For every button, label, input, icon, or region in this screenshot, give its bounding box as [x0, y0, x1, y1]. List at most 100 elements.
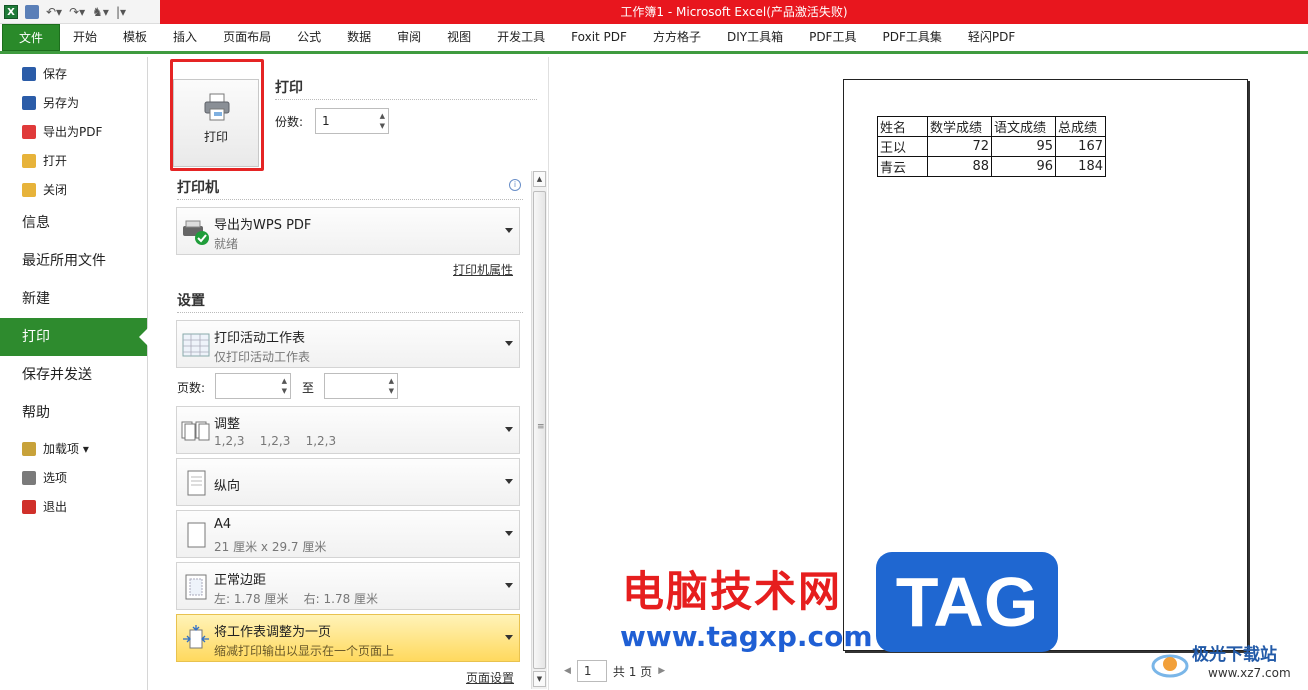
ribbon-tab[interactable]: 视图: [434, 24, 484, 51]
nav-item-label: 选项: [43, 471, 68, 485]
print-settings-pane: 打印 打印 份数: 1 ▲ ▼ 打印机 i 导出为WPS PDF 就绪 打印机属…: [149, 57, 549, 690]
paper-size-sub: 21 厘米 x 29.7 厘米: [214, 540, 327, 554]
nav-item[interactable]: 另存为: [0, 88, 147, 117]
copies-spinner[interactable]: 1 ▲ ▼: [315, 108, 389, 134]
print-button[interactable]: 打印: [173, 79, 259, 167]
orientation-dropdown[interactable]: 纵向: [176, 458, 520, 506]
nav-item-big[interactable]: 打印: [0, 318, 148, 356]
print-what-dropdown[interactable]: 打印活动工作表 仅打印活动工作表: [176, 320, 520, 368]
table-cell: 95: [991, 136, 1056, 157]
page-number-input[interactable]: 1: [576, 660, 607, 682]
portrait-icon: [187, 470, 206, 496]
spin-up-icon[interactable]: ▲: [389, 377, 394, 385]
printer-section-title: 打印机: [177, 180, 219, 196]
table-cell: 167: [1055, 136, 1106, 157]
nav-item[interactable]: 打开: [0, 146, 147, 175]
preview-table: 姓名 数学成绩 语文成绩 总成绩 王以 72 95 167 青云 88 96 184: [877, 116, 1106, 177]
table-row: 青云 88 96 184: [877, 156, 1106, 177]
paper-size-dropdown[interactable]: A4 21 厘米 x 29.7 厘米: [176, 510, 520, 558]
window-title: 工作簿1 - Microsoft Excel(产品激活失败): [620, 5, 848, 19]
nav-item-big[interactable]: 新建: [0, 280, 147, 318]
printer-status: 就绪: [214, 237, 239, 251]
table-header-cell: 数学成绩: [927, 116, 992, 137]
nav-item[interactable]: 导出为PDF: [0, 117, 147, 146]
ribbon-tab[interactable]: 开发工具: [484, 24, 558, 51]
ribbon-tab[interactable]: 插入: [160, 24, 210, 51]
site-logo-name: 极光下载站: [1192, 645, 1277, 665]
ribbon-tab[interactable]: PDF工具: [796, 24, 869, 51]
ribbon-tab[interactable]: 轻闪PDF: [955, 24, 1028, 51]
ribbon-tab[interactable]: 开始: [60, 24, 110, 51]
nav-item[interactable]: 关闭: [0, 175, 147, 204]
nav-item[interactable]: 退出: [0, 492, 147, 521]
sheet-icon: [182, 333, 210, 357]
next-page-icon[interactable]: ▶: [658, 666, 665, 676]
nav-item-label: 退出: [43, 500, 68, 514]
settings-section-title: 设置: [177, 293, 205, 309]
scaling-sub: 缩减打印输出以显示在一个页面上: [214, 644, 395, 658]
printer-dropdown[interactable]: 导出为WPS PDF 就绪: [176, 207, 520, 255]
settings-scrollbar[interactable]: ▲ ≡ ▼: [531, 171, 547, 689]
site-logo-url: www.xz7.com: [1208, 666, 1291, 680]
nav-item[interactable]: 保存: [0, 59, 147, 88]
nav-item-label: 打开: [43, 154, 68, 168]
pdf-icon: [22, 124, 36, 139]
nav-item-big[interactable]: 信息: [0, 204, 147, 242]
ribbon-tab[interactable]: 模板: [110, 24, 160, 51]
nav-item-big[interactable]: 最近所用文件: [0, 242, 147, 280]
pages-from-spinner[interactable]: ▲ ▼: [215, 373, 291, 399]
site-logo: 极光下载站 www.xz7.com: [1148, 640, 1308, 690]
scroll-down-icon[interactable]: ▼: [533, 671, 546, 687]
collate-dropdown[interactable]: 调整 1,2,3 1,2,3 1,2,3: [176, 406, 520, 454]
spin-down-icon[interactable]: ▼: [282, 387, 287, 395]
table-header-cell: 总成绩: [1055, 116, 1106, 137]
prev-page-icon[interactable]: ◀: [564, 666, 571, 676]
ribbon-tab[interactable]: 页面布局: [210, 24, 284, 51]
table-cell: 184: [1055, 156, 1106, 177]
printer-name: 导出为WPS PDF: [214, 218, 312, 233]
margins-sub: 左: 1.78 厘米 右: 1.78 厘米: [214, 592, 379, 606]
collate-icon: [181, 421, 210, 441]
copies-label: 份数:: [275, 115, 304, 129]
margins-dropdown[interactable]: 正常边距 左: 1.78 厘米 右: 1.78 厘米: [176, 562, 520, 610]
pages-to-spinner[interactable]: ▲ ▼: [324, 373, 398, 399]
spin-up-icon[interactable]: ▲: [282, 377, 287, 385]
swirl-logo-icon: [1151, 654, 1189, 678]
spin-down-icon[interactable]: ▼: [389, 387, 394, 395]
spin-down-icon[interactable]: ▼: [380, 122, 385, 130]
options-icon: [22, 470, 36, 485]
nav-item[interactable]: 选项: [0, 463, 147, 492]
table-header-row: 姓名 数学成绩 语文成绩 总成绩: [877, 116, 1106, 137]
watermark-text: 电脑技术网: [622, 567, 843, 616]
tab-file[interactable]: 文件: [2, 24, 61, 51]
divider: [275, 99, 537, 100]
ribbon-tab[interactable]: PDF工具集: [869, 24, 954, 51]
table-header-cell: 语文成绩: [991, 116, 1056, 137]
scroll-up-icon[interactable]: ▲: [533, 171, 546, 187]
table-cell: 96: [991, 156, 1056, 177]
nav-item-big[interactable]: 保存并发送: [0, 356, 147, 394]
ribbon-tab[interactable]: 数据: [334, 24, 384, 51]
nav-item-label: 保存: [43, 67, 68, 81]
chevron-down-icon: [505, 531, 513, 536]
page-total: 共 1 页: [612, 664, 653, 679]
ribbon-tab[interactable]: Foxit PDF: [558, 24, 640, 51]
print-button-label: 打印: [203, 130, 228, 144]
ribbon-tab[interactable]: DIY工具箱: [714, 24, 796, 51]
page-navigator: ◀ 1 共 1 页 ▶: [564, 660, 665, 682]
scaling-dropdown[interactable]: 将工作表调整为一页 缩减打印输出以显示在一个页面上: [176, 614, 520, 662]
folder-open-icon: [22, 153, 36, 168]
info-icon[interactable]: i: [509, 179, 521, 191]
paper-size-title: A4: [214, 517, 232, 532]
chevron-down-icon: [505, 228, 513, 233]
ribbon-tab[interactable]: 审阅: [384, 24, 434, 51]
page-setup-link[interactable]: 页面设置: [466, 669, 514, 686]
ribbon-tab[interactable]: 公式: [284, 24, 334, 51]
spin-up-icon[interactable]: ▲: [380, 112, 385, 120]
scroll-thumb[interactable]: ≡: [533, 191, 546, 669]
ribbon-tab[interactable]: 方方格子: [640, 24, 714, 51]
printer-properties-link[interactable]: 打印机属性: [453, 261, 513, 278]
fit-to-page-icon: [183, 625, 209, 649]
nav-item-big[interactable]: 帮助: [0, 394, 147, 432]
nav-item[interactable]: 加载项 ▾: [0, 434, 147, 463]
